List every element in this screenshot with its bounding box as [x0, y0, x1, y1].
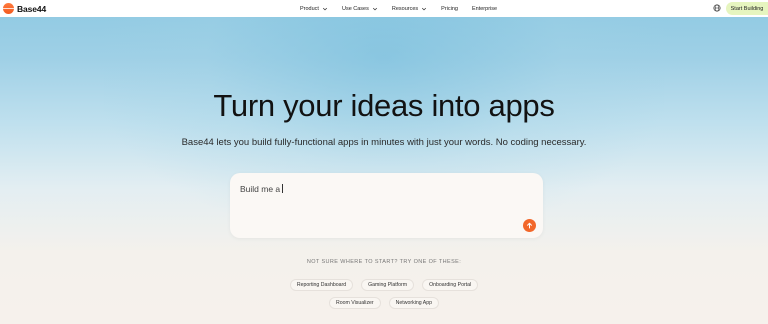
suggestion-chip-reporting-dashboard[interactable]: Reporting Dashboard: [289, 279, 354, 291]
suggestion-row: Reporting Dashboard Gaming Platform Onbo…: [0, 279, 768, 291]
nav-item-product[interactable]: Product: [300, 6, 328, 12]
main-nav: Product Use Cases Resources Pricing Ente…: [300, 0, 511, 17]
nav-item-label: Product: [300, 5, 319, 12]
brand-name: Base44: [17, 3, 47, 14]
chevron-down-icon: [322, 7, 328, 10]
hero-title: Turn your ideas into apps: [213, 88, 555, 123]
suggestions-label: NOT SURE WHERE TO START? TRY ONE OF THES…: [306, 259, 462, 265]
chevron-down-icon: [372, 7, 377, 10]
logo-icon: [3, 3, 14, 14]
nav-item-resources[interactable]: Resources: [392, 6, 427, 12]
suggestion-chip-networking-app[interactable]: Networking App: [388, 297, 440, 309]
suggestion-row: Room Visualizer Networking App: [0, 297, 768, 309]
nav-item-label: Enterprise: [471, 5, 498, 12]
nav-item-label: Pricing: [441, 5, 458, 12]
send-button[interactable]: [523, 219, 536, 232]
chevron-down-icon: [422, 7, 427, 10]
start-building-button[interactable]: Start Building: [726, 2, 768, 15]
nav-item-enterprise[interactable]: Enterprise: [472, 6, 497, 12]
arrow-up-icon: [527, 222, 532, 229]
suggestion-chip-room-visualizer[interactable]: Room Visualizer: [328, 297, 381, 309]
text-caret: [282, 184, 283, 193]
prompt-text-wrap: Build me a: [240, 184, 283, 194]
hero-subtitle: Base44 lets you build fully-functional a…: [181, 137, 587, 148]
nav-item-label: Resources: [391, 5, 419, 12]
top-navbar: Base44 Product Use Cases Resources Prici…: [0, 0, 768, 17]
suggestion-chip-gaming-platform[interactable]: Gaming Platform: [361, 279, 415, 291]
globe-icon[interactable]: [713, 4, 721, 12]
nav-item-use-cases[interactable]: Use Cases: [342, 6, 378, 12]
suggestion-chip-onboarding-portal[interactable]: Onboarding Portal: [422, 279, 479, 291]
brand-logo[interactable]: Base44: [3, 3, 46, 14]
nav-item-pricing[interactable]: Pricing: [441, 6, 458, 12]
prompt-input[interactable]: Build me a: [230, 173, 543, 238]
nav-item-label: Use Cases: [341, 5, 369, 12]
prompt-value: Build me a: [240, 184, 281, 194]
